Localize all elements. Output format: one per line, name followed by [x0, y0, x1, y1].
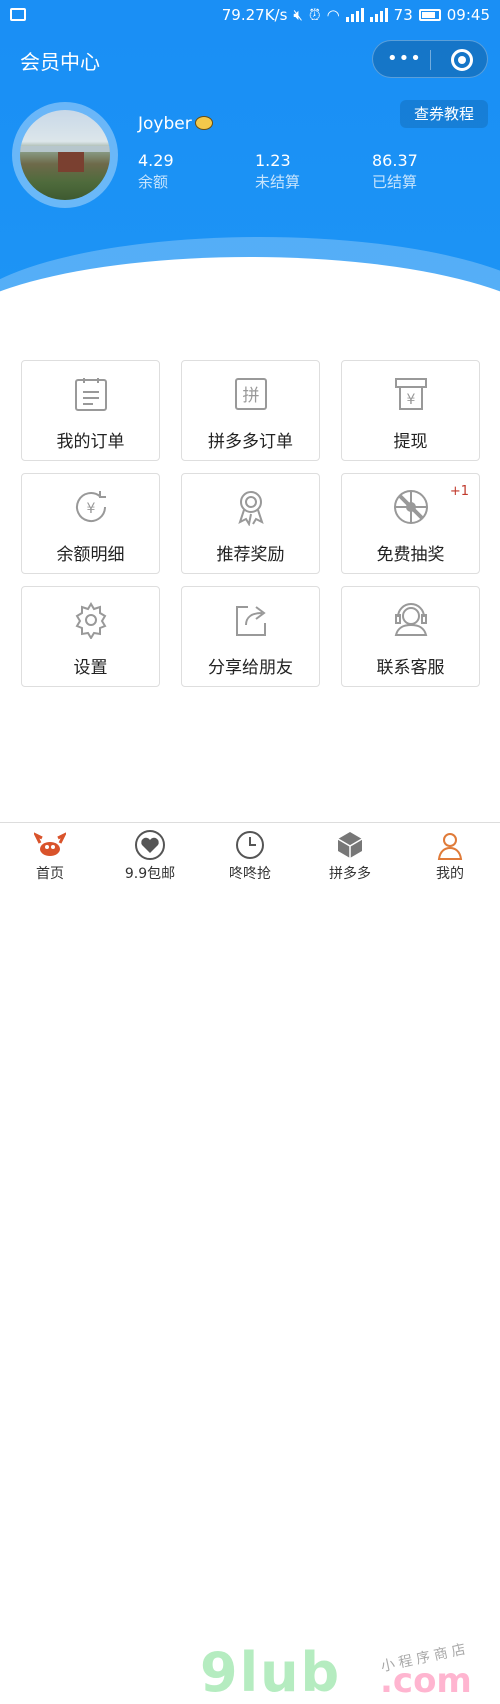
cube-icon: [334, 829, 366, 861]
share-icon: [232, 601, 270, 639]
tab-label: 我的: [436, 866, 464, 882]
yen-cycle-icon: ¥: [72, 488, 110, 526]
battery-level: 73: [393, 6, 413, 24]
stat-unsettled[interactable]: 1.23 未结算: [255, 151, 300, 193]
tab-pinduoduo[interactable]: 拼多多: [300, 823, 400, 889]
bee-emoji-icon: [194, 116, 213, 130]
username-text: Joyber: [138, 114, 192, 134]
tab-label: 咚咚抢: [229, 866, 271, 882]
lottery-wheel-icon: [392, 488, 430, 526]
clock-time: 09:45: [446, 6, 490, 24]
bottom-tab-bar: 首页 9.9包邮 咚咚抢 拼多多 我的 9lub .com 小程序商店: [0, 822, 500, 1704]
stat-settled[interactable]: 86.37 已结算: [372, 151, 418, 193]
stat-balance[interactable]: 4.29 余额: [138, 151, 174, 193]
menu-share[interactable]: 分享给朋友: [181, 586, 320, 687]
stat-value: 86.37: [372, 151, 418, 170]
miniprogram-capsule: •••: [372, 40, 488, 78]
avatar-ring: [12, 102, 118, 208]
pin-icon: 拼: [232, 375, 270, 413]
tab-flash-sale[interactable]: 咚咚抢: [200, 823, 300, 889]
atm-yen-icon: ¥: [392, 375, 430, 413]
tab-label: 拼多多: [329, 866, 371, 882]
medal-icon: [232, 488, 270, 527]
alarm-icon: ⏰︎: [308, 6, 321, 24]
menu-label: 余额明细: [56, 545, 125, 565]
avatar[interactable]: [20, 110, 110, 200]
stat-label: 余额: [138, 173, 169, 191]
network-speed: 79.27K/s: [221, 6, 288, 24]
page-title: 会员中心: [20, 50, 100, 74]
menu-label: 提现: [393, 432, 428, 452]
lottery-badge: +1: [449, 484, 469, 499]
yen-glyph: ¥: [86, 501, 95, 517]
wifi-icon: ◠: [326, 6, 340, 24]
menu-label: 分享给朋友: [208, 658, 293, 678]
signal-icon-2: [369, 8, 388, 22]
more-icon[interactable]: •••: [387, 50, 422, 68]
heart-icon: [134, 829, 166, 861]
menu-label: 我的订单: [56, 432, 125, 452]
stat-label: 未结算: [255, 173, 301, 191]
clipboard-icon: [72, 375, 110, 413]
menu-label: 免费抽奖: [376, 545, 445, 565]
menu-customer-service[interactable]: 联系客服: [341, 586, 480, 687]
tab-home[interactable]: 首页: [0, 823, 100, 889]
headset-icon: [392, 601, 430, 639]
menu-label: 联系客服: [376, 658, 445, 678]
tab-free-shipping[interactable]: 9.9包邮: [100, 823, 200, 889]
member-header: 会员中心 ••• Joyber 查券教程 4.29 余额 1.23 未结算 86…: [0, 32, 500, 302]
menu-referral-reward[interactable]: 推荐奖励: [181, 473, 320, 574]
close-miniprogram-icon[interactable]: [451, 49, 473, 71]
menu-settings[interactable]: 设置: [21, 586, 160, 687]
user-icon: [434, 829, 466, 861]
clock-icon: [234, 829, 266, 861]
menu-label: 推荐奖励: [216, 545, 285, 565]
image-notification-icon: [10, 8, 26, 21]
menu-withdraw[interactable]: ¥ 提现: [341, 360, 480, 461]
signal-icon: [345, 8, 364, 22]
menu-label: 拼多多订单: [208, 432, 293, 452]
stat-value: 4.29: [138, 151, 174, 170]
yen-glyph: ¥: [406, 392, 415, 408]
battery-icon: [418, 9, 441, 21]
status-bar: 79.27K/s 🔇︎ ⏰︎ ◠ 73 09:45: [0, 0, 500, 32]
tab-mine[interactable]: 我的: [400, 823, 500, 889]
menu-pdd-orders[interactable]: 拼 拼多多订单: [181, 360, 320, 461]
pin-glyph: 拼: [242, 386, 259, 406]
menu-balance-detail[interactable]: ¥ 余额明细: [21, 473, 160, 574]
stat-label: 已结算: [372, 173, 418, 191]
mute-icon: 🔇︎: [293, 6, 303, 24]
tab-label: 首页: [36, 866, 64, 882]
gear-icon: [72, 601, 110, 640]
coupon-tutorial-button[interactable]: 查券教程: [400, 100, 488, 128]
menu-label: 设置: [73, 658, 108, 678]
watermark-logo: 9lub: [200, 1641, 342, 1704]
stat-value: 1.23: [255, 151, 291, 170]
menu-free-lottery[interactable]: +1 免费抽奖: [341, 473, 480, 574]
tab-label: 9.9包邮: [124, 866, 176, 882]
username: Joyber: [138, 114, 213, 134]
crab-icon: [32, 829, 68, 861]
status-right: 79.27K/s 🔇︎ ⏰︎ ◠ 73 09:45: [222, 6, 490, 24]
capsule-divider: [430, 50, 431, 70]
menu-my-orders[interactable]: 我的订单: [21, 360, 160, 461]
